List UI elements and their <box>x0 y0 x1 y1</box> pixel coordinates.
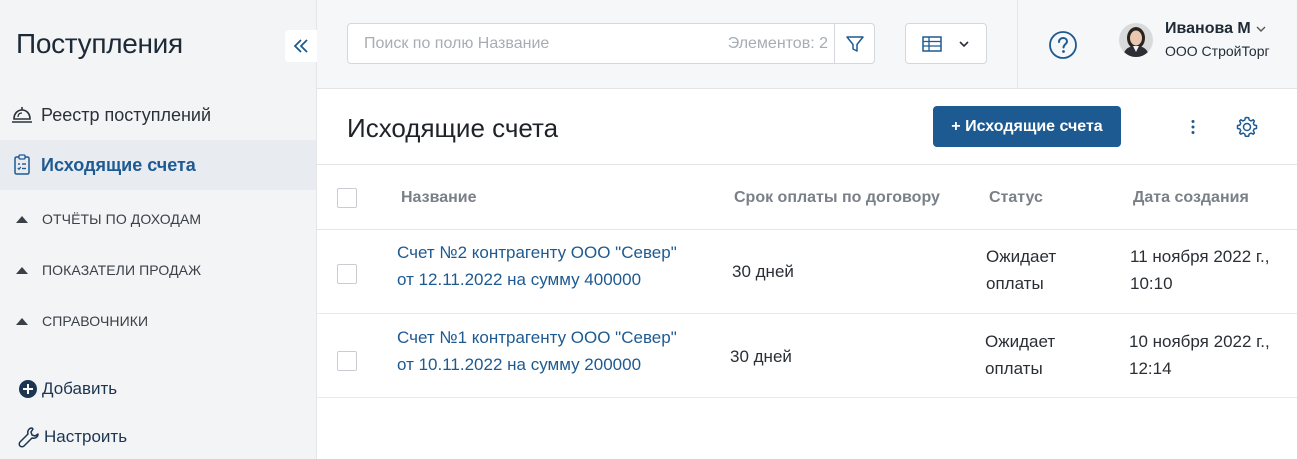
table-header: Название Срок оплаты по договору Статус … <box>317 164 1297 230</box>
column-header-payment-term[interactable]: Срок оплаты по договору <box>734 189 940 207</box>
collapse-triangle-icon <box>16 266 28 274</box>
nav-item-registry[interactable]: Реестр поступлений <box>0 98 316 132</box>
bell-cloche-icon <box>10 103 34 127</box>
page-title: Исходящие счета <box>347 113 559 143</box>
row-checkbox[interactable] <box>337 264 357 284</box>
question-circle-icon <box>1049 31 1077 59</box>
column-header-name[interactable]: Название <box>401 189 477 207</box>
table-row[interactable]: Счет №2 контрагенту ООО "Север" от 12.11… <box>317 230 1297 314</box>
chevron-down-icon <box>959 40 969 47</box>
search-box: Элементов: 2 <box>347 23 875 64</box>
vertical-dots-icon <box>1191 120 1195 134</box>
group-sales-indicators[interactable]: ПОКАЗАТЕЛИ ПРОДАЖ <box>16 262 201 278</box>
collapse-triangle-icon <box>16 215 28 223</box>
column-header-status[interactable]: Статус <box>989 189 1043 207</box>
group-label: СПРАВОЧНИКИ <box>42 313 149 329</box>
collapse-sidebar-button[interactable] <box>285 30 317 62</box>
user-company: ООО СтройТорг <box>1165 43 1270 59</box>
nav-item-label: Реестр поступлений <box>41 104 212 125</box>
created-date-line: 11 ноября 2022 г., <box>1130 247 1270 266</box>
invoice-name-line: от 12.11.2022 на сумму 400000 <box>397 270 642 289</box>
configure-label: Настроить <box>44 427 128 446</box>
invoices-table: Название Срок оплаты по договору Статус … <box>317 164 1297 398</box>
invoice-name-link[interactable]: Счет №1 контрагенту ООО "Север" от 10.11… <box>397 324 677 378</box>
status-cell: Ожидает оплаты <box>986 243 1056 297</box>
created-date-cell: 10 ноября 2022 г., 12:14 <box>1129 328 1270 382</box>
created-date-line: 10:10 <box>1130 274 1173 293</box>
user-menu[interactable]: Иванова М ООО СтройТорг <box>1119 20 1270 59</box>
app-title: Поступления <box>16 28 183 59</box>
wrench-icon <box>18 427 39 448</box>
chevron-down-icon <box>1256 26 1266 32</box>
status-line: оплаты <box>986 274 1044 293</box>
plus-circle-icon <box>19 380 37 398</box>
column-header-created-date[interactable]: Дата создания <box>1133 189 1249 207</box>
elements-count: Элементов: 2 <box>727 34 828 52</box>
avatar <box>1119 22 1153 57</box>
status-cell: Ожидает оплаты <box>985 328 1055 382</box>
group-directories[interactable]: СПРАВОЧНИКИ <box>16 313 148 329</box>
view-mode-select[interactable] <box>905 23 987 64</box>
nav-item-label: Исходящие счета <box>41 154 196 175</box>
configure-button[interactable]: Настроить <box>18 426 127 448</box>
created-date-cell: 11 ноября 2022 г., 10:10 <box>1130 243 1269 297</box>
nav-item-outgoing-invoices[interactable]: Исходящие счета <box>0 140 316 190</box>
search-input[interactable] <box>348 24 728 63</box>
invoice-name-line: Счет №2 контрагенту ООО "Север" <box>397 243 677 262</box>
settings-button[interactable] <box>1235 115 1261 141</box>
invoice-name-line: от 10.11.2022 на сумму 200000 <box>397 355 642 374</box>
row-checkbox[interactable] <box>337 351 357 371</box>
collapse-triangle-icon <box>16 317 28 325</box>
group-label: ОТЧЁТЫ ПО ДОХОДАМ <box>42 211 202 227</box>
help-button[interactable] <box>1048 30 1078 60</box>
invoice-name-line: Счет №1 контрагенту ООО "Север" <box>397 328 677 347</box>
invoice-name-link[interactable]: Счет №2 контрагенту ООО "Север" от 12.11… <box>397 239 677 293</box>
select-all-checkbox[interactable] <box>337 188 357 208</box>
top-bar: Элементов: 2 Иванова М ООО СтройТорг <box>317 0 1297 89</box>
created-date-line: 10 ноября 2022 г., <box>1129 332 1270 351</box>
main-content: Исходящие счета + Исходящие счета Назван… <box>317 89 1297 459</box>
group-income-reports[interactable]: ОТЧЁТЫ ПО ДОХОДАМ <box>16 211 201 227</box>
add-button[interactable]: Добавить <box>18 379 117 399</box>
status-line: оплаты <box>985 359 1043 378</box>
gear-icon <box>1236 116 1258 138</box>
clipboard-list-icon <box>10 153 34 177</box>
double-chevron-left-icon <box>293 39 308 53</box>
more-options-button[interactable] <box>1183 113 1203 141</box>
divider <box>1017 0 1018 89</box>
group-label: ПОКАЗАТЕЛИ ПРОДАЖ <box>42 262 202 278</box>
sidebar: Поступления Реестр поступлений Исходящие… <box>0 0 317 459</box>
table-row[interactable]: Счет №1 контрагенту ООО "Север" от 10.11… <box>317 314 1297 398</box>
add-label: Добавить <box>42 379 118 398</box>
table-view-icon <box>922 35 942 52</box>
created-date-line: 12:14 <box>1129 359 1172 378</box>
filter-funnel-icon <box>845 35 864 52</box>
status-line: Ожидает <box>986 247 1057 266</box>
user-name: Иванова М <box>1165 20 1251 37</box>
status-line: Ожидает <box>985 332 1056 351</box>
payment-term: 30 дней <box>732 262 794 281</box>
filter-button[interactable] <box>834 24 874 63</box>
payment-term: 30 дней <box>730 347 792 366</box>
add-outgoing-invoice-button[interactable]: + Исходящие счета <box>933 106 1121 147</box>
